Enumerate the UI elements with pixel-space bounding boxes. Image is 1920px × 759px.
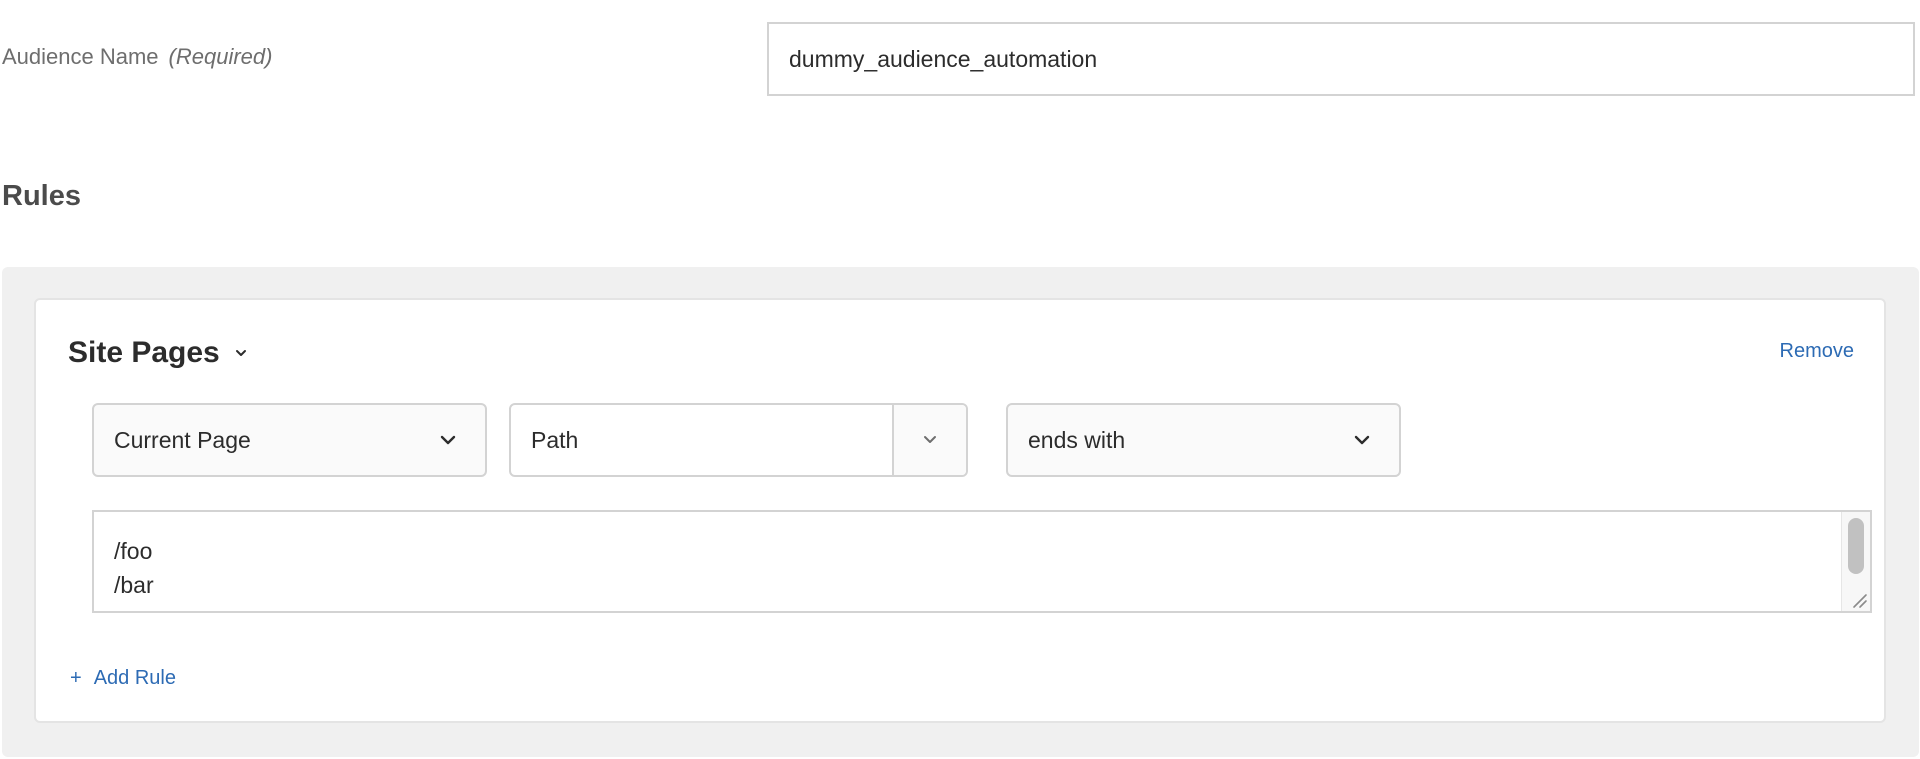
rules-panel: Site Pages Remove Current Page Path ends… — [2, 267, 1919, 757]
plus-icon: + — [70, 667, 82, 689]
audience-name-label: Audience Name (Required) — [2, 44, 272, 70]
site-pages-toggle[interactable]: Site Pages — [68, 336, 248, 370]
rule-card-title: Site Pages — [68, 336, 220, 369]
scrollbar-thumb[interactable] — [1848, 518, 1864, 574]
rule-values-textarea[interactable]: /foo /bar — [92, 510, 1872, 613]
audience-name-label-text: Audience Name — [2, 44, 159, 69]
remove-rule-link[interactable]: Remove — [1780, 340, 1854, 363]
required-indicator: (Required) — [168, 44, 273, 69]
chevron-down-icon — [924, 436, 936, 443]
chevron-down-icon — [1354, 435, 1370, 445]
rules-heading: Rules — [2, 180, 81, 212]
chevron-down-icon — [235, 350, 246, 356]
chevron-down-icon — [440, 435, 456, 445]
audience-form: Audience Name (Required) Rules Site Pages… — [0, 0, 1920, 759]
attribute-combobox-value[interactable]: Path — [511, 427, 892, 454]
rule-values-text[interactable]: /foo /bar — [114, 534, 154, 602]
add-rule-label: Add Rule — [93, 667, 176, 689]
operator-select-value: ends with — [1028, 426, 1126, 453]
attribute-combobox[interactable]: Path — [509, 403, 968, 477]
resize-handle-icon[interactable] — [1850, 591, 1868, 609]
scope-select-value: Current Page — [114, 426, 251, 453]
rule-card-site-pages: Site Pages Remove Current Page Path ends… — [34, 298, 1886, 723]
operator-select[interactable]: ends with — [1006, 403, 1401, 477]
add-rule-button[interactable]: + Add Rule — [70, 667, 176, 690]
scope-select[interactable]: Current Page — [92, 403, 487, 477]
attribute-dropdown-button[interactable] — [892, 405, 966, 475]
audience-name-input[interactable] — [767, 22, 1915, 96]
